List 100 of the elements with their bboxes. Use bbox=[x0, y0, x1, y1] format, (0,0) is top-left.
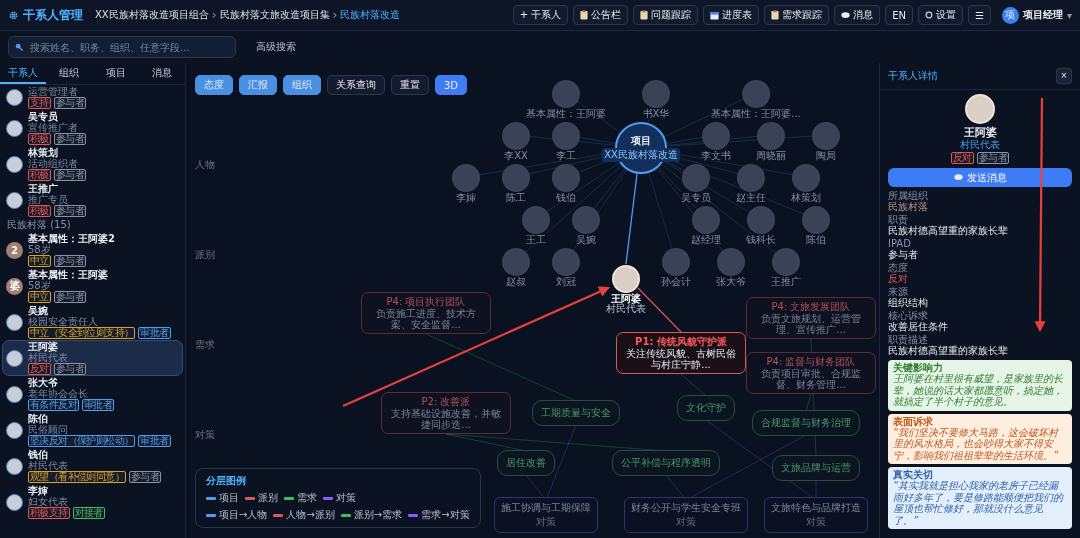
toolbar-button[interactable]: 设置 bbox=[918, 5, 963, 25]
faction-node[interactable]: P4: 监督与财务团队 负责项目审批、合规监督、财务管理... bbox=[746, 352, 876, 394]
caret-icon[interactable]: ▾ bbox=[1066, 9, 1072, 21]
avatar-node[interactable] bbox=[747, 206, 775, 234]
toolbar-button[interactable]: 问题跟踪 bbox=[633, 5, 699, 25]
stakeholder-item[interactable]: 王阿婆 村民代表 反对 参与者 bbox=[2, 340, 183, 376]
avatar-node[interactable] bbox=[737, 164, 765, 192]
sidebar-tab[interactable]: 干系人 bbox=[0, 63, 47, 84]
avatar-node[interactable] bbox=[812, 122, 840, 150]
stakeholder-item[interactable]: 李婶 妇女代表 积极支持 对接者 bbox=[2, 484, 183, 520]
avatar-node[interactable] bbox=[642, 80, 670, 108]
avatar-node[interactable] bbox=[552, 80, 580, 108]
avatar-node[interactable] bbox=[522, 206, 550, 234]
avatar-node[interactable] bbox=[552, 122, 580, 150]
avatar-node[interactable] bbox=[717, 248, 745, 276]
strategy-node[interactable]: 施工协调与工期保障 对策 bbox=[494, 497, 598, 533]
faction-node[interactable]: P2: 改善派 支持基础设施改善，并敏捷同步迭... bbox=[381, 392, 511, 434]
node-label: 陈工 bbox=[506, 192, 526, 203]
node-label: 赵叔 bbox=[506, 276, 526, 287]
close-button[interactable]: × bbox=[1056, 68, 1072, 84]
need-node[interactable]: 工期质量与安全 bbox=[532, 400, 620, 426]
breadcrumb-link[interactable]: XX民族村落改造项目组合 bbox=[95, 8, 209, 22]
project-node[interactable]: 项目 XX民族村落改造 bbox=[599, 122, 683, 174]
toolbar-button[interactable]: ☰ bbox=[968, 5, 991, 25]
avatar-node[interactable] bbox=[702, 122, 730, 150]
stakeholder-item[interactable]: 钱伯 村民代表 观望（看补偿则同意） 参与者 bbox=[2, 448, 183, 484]
node-label: 王推广 bbox=[771, 276, 801, 287]
avatar-placeholder bbox=[965, 94, 995, 124]
stakeholder-item[interactable]: 王推广 推广专员 积极 参与者 bbox=[2, 182, 183, 218]
user-name[interactable]: 项目经理 bbox=[1022, 8, 1063, 22]
advanced-search-link[interactable]: 高级搜索 bbox=[256, 40, 296, 54]
strategy-node[interactable]: 财务公开与学生安全专班 对策 bbox=[624, 497, 748, 533]
toolbar-button[interactable]: 进度表 bbox=[703, 5, 760, 25]
avatar-node[interactable] bbox=[692, 206, 720, 234]
faction-node[interactable]: P1: 传统风貌守护派 关注传统风貌、古树民俗与村庄宁静... bbox=[616, 332, 746, 374]
need-node[interactable]: 文旅品牌与运营 bbox=[772, 455, 860, 481]
sidebar-tab[interactable]: 组织 bbox=[46, 63, 93, 84]
field-label: 核心诉求 bbox=[888, 310, 928, 321]
avatar-node[interactable] bbox=[502, 164, 530, 192]
avatar-node[interactable] bbox=[572, 206, 600, 234]
field-label: 来源 bbox=[888, 286, 908, 297]
avatar-placeholder bbox=[6, 313, 23, 331]
avatar-node[interactable] bbox=[742, 80, 770, 108]
stakeholder-role: 活动组织者 bbox=[28, 158, 78, 169]
field-value: 参与者 bbox=[888, 249, 918, 261]
breadcrumb-link[interactable]: 民族村落改造 bbox=[340, 8, 401, 22]
avatar-node[interactable] bbox=[452, 164, 480, 192]
field-label: 态度 bbox=[888, 262, 908, 273]
breadcrumb-link[interactable]: 民族村落文旅改造项目集 bbox=[219, 8, 330, 22]
node-label: 王工 bbox=[526, 234, 546, 245]
send-message-button[interactable]: 发送消息 bbox=[888, 168, 1072, 187]
toolbar-button[interactable]: EN bbox=[885, 5, 913, 25]
field-value: 民族村德高望重的家族长辈 bbox=[888, 345, 1008, 357]
stakeholder-name: 王阿婆 bbox=[963, 126, 997, 139]
stakeholder-item[interactable]: 张大爷 老年协会会长 有条件反对 审批者 bbox=[2, 376, 183, 412]
toolbar-button[interactable]: 消息 bbox=[834, 5, 881, 25]
node-role: 村民代表 bbox=[606, 304, 646, 314]
stakeholder-item[interactable]: 吴婉 校园安全责任人 中立（安全到位则支持） 审批者 bbox=[2, 304, 183, 340]
avatar-node[interactable] bbox=[792, 164, 820, 192]
sidebar-tab[interactable]: 消息 bbox=[138, 63, 185, 84]
status-tag: 参与者 bbox=[129, 471, 162, 483]
chat-bubble-icon bbox=[841, 11, 851, 19]
mode-button[interactable]: 关系查询 bbox=[327, 75, 385, 95]
need-node[interactable]: 居住改善 bbox=[497, 450, 555, 476]
avatar-node[interactable] bbox=[682, 164, 710, 192]
node-label: 周晓丽 bbox=[756, 150, 786, 161]
status-tag: 参与者 bbox=[53, 133, 86, 145]
avatar-node[interactable] bbox=[772, 248, 800, 276]
avatar-node[interactable] bbox=[502, 248, 530, 276]
search-field[interactable]: 搜索姓名、职务、组织、任意字段... bbox=[8, 36, 236, 58]
avatar-node[interactable] bbox=[502, 122, 530, 150]
legend-label: 派别 bbox=[258, 491, 278, 505]
stakeholder-item[interactable]: 林策划 活动组织者 积极 参与者 bbox=[2, 146, 183, 182]
mode-button[interactable]: 重置 bbox=[391, 75, 429, 95]
user-avatar[interactable]: 项 bbox=[1001, 6, 1019, 24]
stakeholder-item[interactable]: 运营管理者 支持 参与者 bbox=[2, 85, 183, 110]
toolbar-button[interactable]: + 干系人 bbox=[512, 5, 569, 25]
stakeholder-item[interactable]: 陈伯 民俗顾问 坚决反对（保护则松动） 审批者 bbox=[2, 412, 183, 448]
faction-node[interactable]: P4: 文旅发展团队 负责文旅规划、运营管理、宣传推广... bbox=[746, 297, 876, 339]
stakeholder-item[interactable]: 吴专员 宣传推广者 积极 参与者 bbox=[2, 110, 183, 146]
toolbar-button[interactable]: 公告栏 bbox=[573, 5, 629, 25]
avatar-placeholder bbox=[6, 155, 23, 173]
sidebar-tab[interactable]: 项目 bbox=[92, 63, 139, 84]
faction-node[interactable]: P4: 项目执行团队 负责施工进度、技术方案、安全监督... bbox=[361, 292, 491, 334]
avatar-node[interactable] bbox=[662, 248, 690, 276]
avatar-node[interactable] bbox=[552, 164, 580, 192]
strategy-node[interactable]: 文旅特色与品牌打造 对策 bbox=[764, 497, 868, 533]
avatar-node[interactable] bbox=[757, 122, 785, 150]
node-label: 李文书 bbox=[701, 150, 731, 161]
node-label: 赵经理 bbox=[691, 234, 721, 245]
node-label: 吴专员 bbox=[681, 192, 711, 203]
toolbar-button[interactable]: 需求跟踪 bbox=[764, 5, 830, 25]
avatar-node[interactable] bbox=[802, 206, 830, 234]
legend-label: 人物→派别 bbox=[286, 508, 335, 522]
need-node[interactable]: 公平补偿与程序透明 bbox=[612, 450, 720, 476]
stakeholder-item[interactable]: 婆 基本属性：王阿婆 58岁 中立 参与者 bbox=[2, 268, 183, 304]
stakeholder-item[interactable]: 2 基本属性：王阿婆2 58岁 中立 参与者 bbox=[2, 232, 183, 268]
need-node[interactable]: 合规监督与财务治理 bbox=[752, 410, 860, 436]
need-node[interactable]: 文化守护 bbox=[677, 395, 735, 421]
avatar-node[interactable] bbox=[552, 248, 580, 276]
